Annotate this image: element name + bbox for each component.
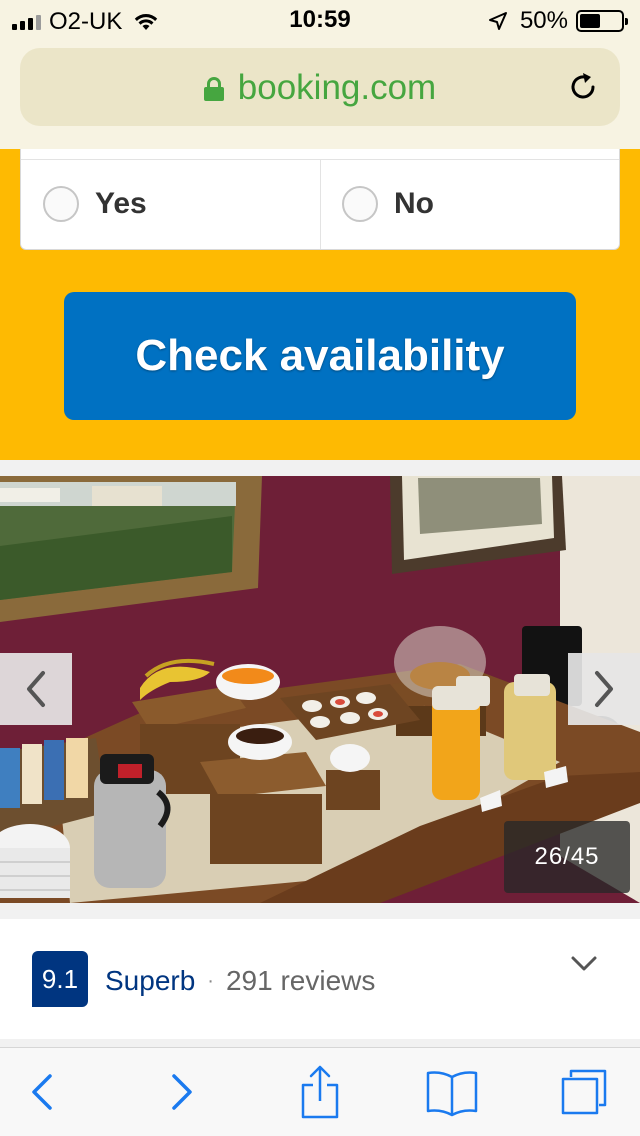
lock-icon: [203, 77, 224, 101]
share-button[interactable]: [290, 1064, 350, 1120]
browser-chrome: O2-UK 10:59 50% booking.com: [0, 0, 640, 149]
bookmarks-button[interactable]: [422, 1064, 482, 1120]
review-summary[interactable]: 9.1 Superb · 291 reviews: [0, 919, 640, 1039]
radio-option-yes[interactable]: Yes: [43, 186, 147, 222]
radio-label-yes: Yes: [95, 187, 147, 220]
review-score-badge: 9.1: [32, 951, 88, 1007]
tabs-button[interactable]: [554, 1064, 614, 1120]
url-text: booking.com: [237, 68, 437, 107]
status-right: 50%: [488, 7, 628, 35]
review-text: Superb · 291 reviews: [105, 965, 375, 997]
back-button[interactable]: [12, 1064, 72, 1120]
bookmarks-icon: [426, 1071, 478, 1117]
radio-option-no[interactable]: No: [342, 186, 434, 222]
chevron-right-icon: [595, 671, 613, 707]
url-display[interactable]: booking.com: [20, 68, 620, 108]
browser-toolbar: [0, 1047, 640, 1136]
radio-label-no: No: [394, 187, 434, 220]
search-form: Yes No Check availability: [0, 149, 640, 460]
location-arrow-icon: [488, 12, 507, 30]
gallery-next-button[interactable]: [568, 653, 640, 725]
radio-circle-no[interactable]: [342, 186, 378, 222]
reload-icon[interactable]: [566, 70, 600, 104]
battery-icon: [576, 10, 628, 32]
back-icon: [32, 1074, 52, 1110]
review-word: Superb: [105, 965, 196, 996]
check-availability-button[interactable]: Check availability: [64, 292, 576, 420]
tabs-icon: [561, 1069, 607, 1115]
forward-icon: [172, 1074, 192, 1110]
photo-gallery[interactable]: 26/45: [0, 476, 640, 903]
status-bar: O2-UK 10:59 50%: [0, 0, 640, 42]
forward-button[interactable]: [152, 1064, 212, 1120]
review-count: 291 reviews: [225, 965, 376, 996]
expand-chevron-down-icon[interactable]: [570, 955, 598, 973]
photo-counter: 26/45: [504, 821, 630, 893]
radio-group: Yes No: [20, 149, 620, 250]
address-bar[interactable]: booking.com: [20, 48, 620, 126]
chevron-left-icon: [27, 671, 45, 707]
share-icon: [301, 1065, 339, 1119]
gallery-prev-button[interactable]: [0, 653, 72, 725]
battery-fill: [580, 14, 600, 28]
battery-percent: 50%: [519, 7, 568, 34]
review-separator: ·: [207, 969, 214, 992]
radio-circle-yes[interactable]: [43, 186, 79, 222]
